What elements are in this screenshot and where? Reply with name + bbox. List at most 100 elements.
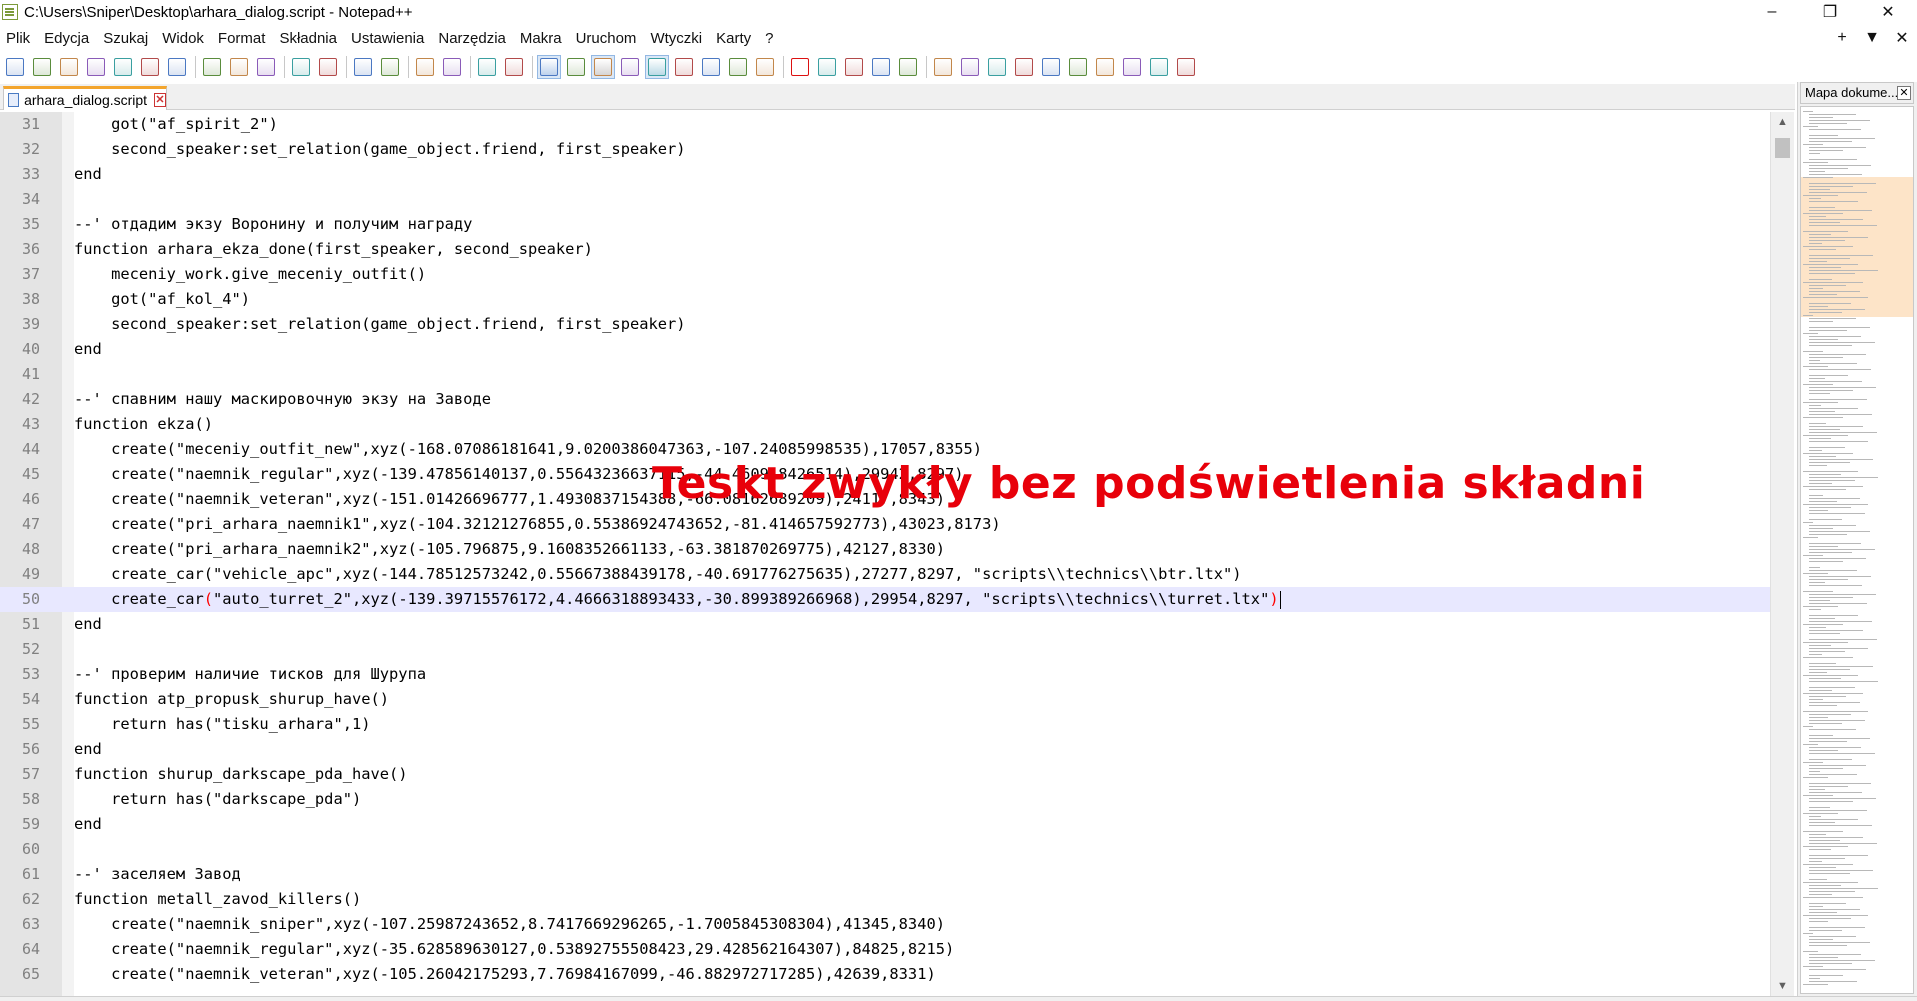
zoom-out-icon[interactable] xyxy=(441,56,463,78)
code-line[interactable]: 59 end xyxy=(0,812,1770,837)
code-line[interactable]: 60 xyxy=(0,837,1770,862)
menu-item[interactable]: Szukaj xyxy=(96,30,155,47)
redo-icon[interactable] xyxy=(317,56,339,78)
menu-item[interactable]: Karty xyxy=(709,30,758,47)
code-line[interactable]: 40 end xyxy=(0,337,1770,362)
plugin-5-icon[interactable] xyxy=(1040,56,1062,78)
tab-arhara-dialog[interactable]: arhara_dialog.script ✕ xyxy=(3,86,167,110)
plugin-9-icon[interactable] xyxy=(1148,56,1170,78)
code-line[interactable]: 43 function ekza() xyxy=(0,412,1770,437)
menu-item[interactable]: ? xyxy=(758,30,780,47)
menu-item[interactable]: Składnia xyxy=(272,30,344,47)
new-file-icon[interactable] xyxy=(4,56,26,78)
folder-workspace-icon[interactable] xyxy=(700,56,722,78)
menu-item[interactable]: Makra xyxy=(513,30,569,47)
play-macro-icon[interactable] xyxy=(843,56,865,78)
code-line[interactable]: 51 end xyxy=(0,612,1770,637)
code-line[interactable]: 37 meceniy_work.give_meceniy_outfit() xyxy=(0,262,1770,287)
code-line[interactable]: 50 create_car("auto_turret_2",xyz(-139.3… xyxy=(0,587,1770,612)
code-line[interactable]: 64 create("naemnik_regular",xyz(-35.6285… xyxy=(0,937,1770,962)
scroll-down-icon[interactable]: ▼ xyxy=(1771,976,1794,996)
code-line[interactable]: 62 function metall_zavod_killers() xyxy=(0,887,1770,912)
plugin-10-icon[interactable] xyxy=(1175,56,1197,78)
copy-icon[interactable] xyxy=(228,56,250,78)
menu-item[interactable]: Uruchom xyxy=(569,30,644,47)
code-line[interactable]: 48 create("pri_arhara_naemnik2",xyz(-105… xyxy=(0,537,1770,562)
save-icon[interactable] xyxy=(58,56,80,78)
code-line[interactable]: 54 function atp_propusk_shurup_have() xyxy=(0,687,1770,712)
code-line[interactable]: 55 return has("tisku_arhara",1) xyxy=(0,712,1770,737)
menu-item[interactable]: Wtyczki xyxy=(643,30,709,47)
menu-item[interactable]: Plik xyxy=(0,30,37,47)
menu-item[interactable]: Ustawienia xyxy=(344,30,431,47)
menu-item[interactable]: Narzędzia xyxy=(431,30,513,47)
paste-icon[interactable] xyxy=(255,56,277,78)
close-all-icon[interactable] xyxy=(139,56,161,78)
new-tab-plus-icon[interactable]: + xyxy=(1827,29,1857,47)
code-line[interactable]: 36 function arhara_ekza_done(first_speake… xyxy=(0,237,1770,262)
undo-icon[interactable] xyxy=(290,56,312,78)
zoom-in-icon[interactable] xyxy=(414,56,436,78)
plugin-4-icon[interactable] xyxy=(1013,56,1035,78)
plugin-1-icon[interactable] xyxy=(932,56,954,78)
close-window-button[interactable]: ✕ xyxy=(1859,0,1917,24)
scroll-up-icon[interactable]: ▲ xyxy=(1771,112,1794,132)
plugin-7-icon[interactable] xyxy=(1094,56,1116,78)
code-line[interactable]: 52 xyxy=(0,637,1770,662)
code-editor[interactable]: 31 got("af_spirit_2") 32 second_speaker:s… xyxy=(0,112,1795,996)
save-macro-icon[interactable] xyxy=(897,56,919,78)
plugin-3-icon[interactable] xyxy=(986,56,1008,78)
code-line[interactable]: 42 --' спавним нашу маскировочную экзу на… xyxy=(0,387,1770,412)
run-macro-multiple-icon[interactable] xyxy=(870,56,892,78)
menu-item[interactable]: Format xyxy=(211,30,273,47)
code-line[interactable]: 57 function shurup_darkscape_pda_have() xyxy=(0,762,1770,787)
indent-guide-icon[interactable] xyxy=(591,55,615,79)
tab-list-dropdown-icon[interactable]: ▼ xyxy=(1857,29,1887,47)
code-line[interactable]: 33 end xyxy=(0,162,1770,187)
close-icon[interactable] xyxy=(112,56,134,78)
code-line[interactable]: 41 xyxy=(0,362,1770,387)
doc-map-icon[interactable] xyxy=(645,55,669,79)
find-icon[interactable] xyxy=(352,56,374,78)
code-line[interactable]: 39 second_speaker:set_relation(game_obje… xyxy=(0,312,1770,337)
record-macro-icon[interactable] xyxy=(789,56,811,78)
sync-horizontal-icon[interactable] xyxy=(503,56,525,78)
function-list-icon[interactable] xyxy=(673,56,695,78)
code-line[interactable]: 34 xyxy=(0,187,1770,212)
plugin-8-icon[interactable] xyxy=(1121,56,1143,78)
code-line[interactable]: 31 got("af_spirit_2") xyxy=(0,112,1770,137)
print-icon[interactable] xyxy=(166,56,188,78)
plugin-2-icon[interactable] xyxy=(959,56,981,78)
replace-icon[interactable] xyxy=(379,56,401,78)
code-line[interactable]: 58 return has("darkscape_pda") xyxy=(0,787,1770,812)
document-map-close-icon[interactable]: ✕ xyxy=(1897,86,1911,100)
menu-item[interactable]: Widok xyxy=(155,30,211,47)
scrollbar-thumb[interactable] xyxy=(1775,138,1790,158)
tab-close-icon[interactable]: ✕ xyxy=(154,92,166,107)
monitoring-icon[interactable] xyxy=(727,56,749,78)
close-document-icon[interactable]: ✕ xyxy=(1887,28,1917,48)
udl-icon[interactable] xyxy=(619,56,641,78)
code-line[interactable]: 49 create_car("vehicle_apc",xyz(-144.785… xyxy=(0,562,1770,587)
code-line[interactable]: 38 got("af_kol_4") xyxy=(0,287,1770,312)
code-line[interactable]: 35 --' отдадим экзу Воронину и получим на… xyxy=(0,212,1770,237)
stop-macro-icon[interactable] xyxy=(816,56,838,78)
code-line[interactable]: 63 create("naemnik_sniper",xyz(-107.2598… xyxy=(0,912,1770,937)
save-all-icon[interactable] xyxy=(85,56,107,78)
code-line[interactable]: 65 create("naemnik_veteran",xyz(-105.260… xyxy=(0,962,1770,987)
eye-icon[interactable] xyxy=(754,56,776,78)
cut-icon[interactable] xyxy=(201,56,223,78)
code-line[interactable]: 61 --' заселяем Завод xyxy=(0,862,1770,887)
vertical-scrollbar[interactable]: ▲ ▼ xyxy=(1770,112,1794,996)
code-line[interactable]: 32 second_speaker:set_relation(game_obje… xyxy=(0,137,1770,162)
word-wrap-icon[interactable] xyxy=(537,55,561,79)
restore-button[interactable]: ❐ xyxy=(1801,0,1859,24)
show-all-chars-icon[interactable] xyxy=(565,56,587,78)
document-map-preview[interactable] xyxy=(1800,106,1914,994)
sync-vertical-icon[interactable] xyxy=(476,56,498,78)
minimize-button[interactable]: – xyxy=(1743,0,1801,24)
open-file-icon[interactable] xyxy=(31,56,53,78)
plugin-6-icon[interactable] xyxy=(1067,56,1089,78)
code-line[interactable]: 53 --' проверим наличие тисков для Шурупа xyxy=(0,662,1770,687)
menu-item[interactable]: Edycja xyxy=(37,30,96,47)
